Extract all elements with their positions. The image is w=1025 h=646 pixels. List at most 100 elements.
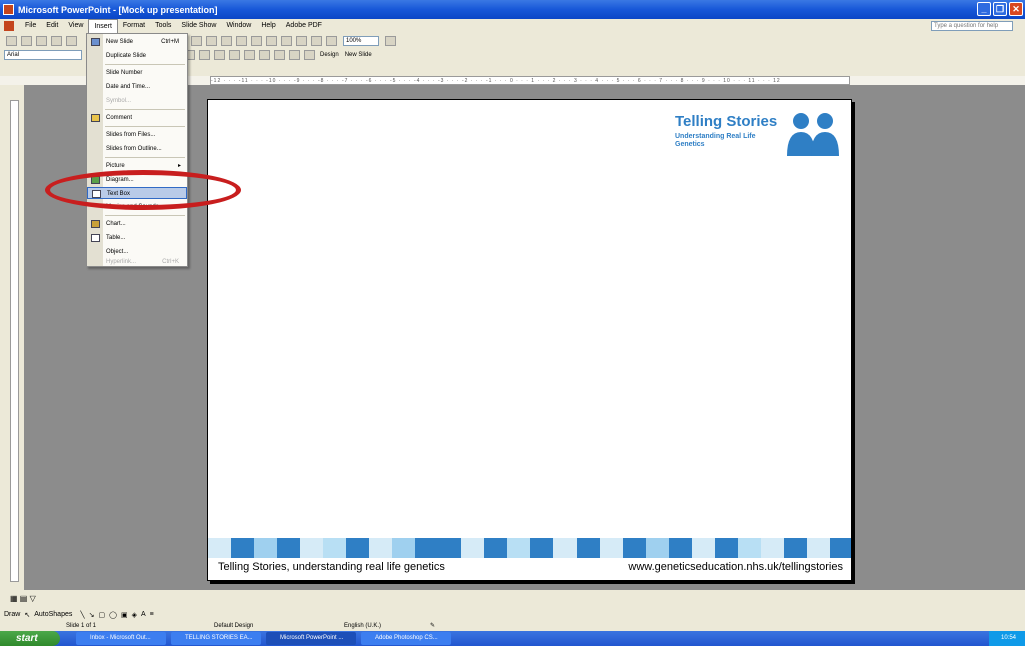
menu-window[interactable]: Window	[221, 19, 256, 33]
start-button[interactable]: start	[0, 631, 60, 646]
submenu-arrow-icon: ▸	[177, 163, 181, 169]
slide-footer-url: www.geneticseducation.nhs.uk/tellingstor…	[628, 561, 843, 573]
show-formatting-icon[interactable]	[296, 35, 307, 46]
document-icon	[4, 21, 14, 31]
menu-item-chart[interactable]: Chart...	[87, 218, 187, 230]
brand-subtitle: Understanding Real Life Genetics	[675, 133, 756, 148]
select-pointer-icon[interactable]: ↖	[24, 611, 30, 619]
task-powerpoint[interactable]: Microsoft PowerPoint ...	[266, 632, 356, 645]
insert-table-icon[interactable]	[236, 35, 247, 46]
font-select[interactable]: Arial	[4, 50, 82, 60]
brand-title: Telling Stories	[675, 113, 778, 130]
font-color-icon[interactable]: A	[141, 611, 146, 618]
people-logo-icon	[787, 113, 839, 156]
menu-item-date-time[interactable]: Date and Time...	[87, 81, 187, 93]
menu-separator	[105, 215, 185, 216]
menu-view[interactable]: View	[63, 19, 88, 33]
decrease-indent-icon[interactable]	[274, 50, 285, 60]
new-slide-button[interactable]: New Slide	[345, 52, 372, 58]
menu-item-new-slide[interactable]: New Slide Ctrl+M	[87, 36, 187, 48]
menu-item-hyperlink: Hyperlink... Ctrl+K	[106, 259, 179, 265]
table-icon	[91, 234, 100, 242]
oval-icon[interactable]: ◯	[109, 611, 117, 619]
insert-chart-icon[interactable]	[221, 35, 232, 46]
view-buttons: ▦ ▤ ▽	[0, 590, 1025, 608]
normal-view-icon[interactable]: ▦	[10, 594, 18, 603]
menu-item-comment[interactable]: Comment	[87, 112, 187, 124]
title-bar: Microsoft PowerPoint - [Mock up presenta…	[0, 0, 1025, 19]
font-color-icon[interactable]	[304, 50, 315, 60]
hyperlink-icon[interactable]	[266, 35, 277, 46]
vertical-ruler	[10, 100, 19, 582]
email-icon[interactable]	[66, 35, 77, 46]
save-icon[interactable]	[36, 35, 47, 46]
permission-icon[interactable]	[51, 35, 62, 46]
drawing-toolbar: Draw ↖ AutoShapes ╲ ↘ ▢ ◯ ▣ ◈ A ≡	[0, 608, 1025, 621]
tables-borders-icon[interactable]	[251, 35, 262, 46]
slide-show-icon[interactable]: ▽	[30, 594, 36, 603]
redo-icon[interactable]	[206, 35, 217, 46]
design-button[interactable]: Design	[320, 52, 339, 58]
slide-sorter-icon[interactable]: ▤	[20, 594, 28, 603]
menu-slide-show[interactable]: Slide Show	[176, 19, 221, 33]
rectangle-icon[interactable]: ▢	[98, 611, 105, 619]
menu-separator	[105, 64, 185, 65]
comment-icon	[91, 114, 100, 122]
new-slide-icon	[91, 38, 100, 46]
task-folder[interactable]: TELLING STORIES EA...	[171, 632, 261, 645]
help-search-input[interactable]: Type a question for help	[931, 21, 1013, 31]
chart-icon	[91, 220, 100, 228]
menu-edit[interactable]: Edit	[41, 19, 63, 33]
design-name: Default Design	[214, 623, 254, 629]
zoom-select[interactable]: 100%	[343, 35, 379, 46]
help-icon[interactable]	[385, 35, 396, 46]
line-icon[interactable]: ╲	[80, 611, 84, 619]
fill-color-icon[interactable]: ◈	[132, 611, 137, 619]
new-icon[interactable]	[6, 35, 17, 46]
menu-format[interactable]: Format	[118, 19, 150, 33]
numbering-icon[interactable]	[214, 50, 225, 60]
textbox-tool-icon[interactable]: ▣	[121, 611, 128, 619]
system-tray-clock: 10:54	[989, 631, 1025, 646]
align-right-icon[interactable]	[199, 50, 210, 60]
arrow-icon[interactable]: ↘	[89, 611, 95, 619]
menu-adobe-pdf[interactable]: Adobe PDF	[281, 19, 327, 33]
menu-item-table[interactable]: Table...	[87, 232, 187, 244]
decrease-font-icon[interactable]	[259, 50, 270, 60]
language-status: English (U.K.)	[344, 623, 382, 629]
menu-insert[interactable]: Insert	[88, 18, 118, 34]
menu-item-slide-number[interactable]: Slide Number	[87, 67, 187, 79]
menu-item-duplicate-slide[interactable]: Duplicate Slide	[87, 50, 187, 62]
menu-separator	[105, 126, 185, 127]
menu-help[interactable]: Help	[256, 19, 280, 33]
autoshapes-button[interactable]: AutoShapes	[34, 611, 72, 618]
menu-file[interactable]: File	[20, 19, 41, 33]
insert-menu: New Slide Ctrl+M Duplicate Slide Slide N…	[86, 33, 188, 267]
horizontal-ruler: -12 · · · -11 · · · -10 · · · -9 · · · -…	[210, 76, 850, 85]
menu-item-slides-from-files[interactable]: Slides from Files...	[87, 129, 187, 141]
bullets-icon[interactable]	[229, 50, 240, 60]
minimize-button[interactable]: _	[977, 2, 991, 16]
slide-count: Slide 1 of 1	[66, 623, 97, 629]
menu-item-slides-from-outline[interactable]: Slides from Outline...	[87, 143, 187, 155]
menu-tools[interactable]: Tools	[150, 19, 176, 33]
task-outlook[interactable]: Inbox - Microsoft Out...	[76, 632, 166, 645]
slide-footer-left: Telling Stories, understanding real life…	[218, 561, 445, 573]
open-icon[interactable]	[21, 35, 32, 46]
spelling-icon: ✎	[430, 623, 436, 629]
task-photoshop[interactable]: Adobe Photoshop CS...	[361, 632, 451, 645]
line-style-icon[interactable]: ≡	[150, 611, 154, 618]
highlight-annotation-ellipse	[45, 170, 241, 210]
expand-all-icon[interactable]	[281, 35, 292, 46]
restore-button[interactable]: ❐	[993, 2, 1007, 16]
slide-canvas[interactable]: Telling Stories Understanding Real Life …	[207, 99, 852, 581]
draw-menu-button[interactable]: Draw	[4, 611, 20, 618]
undo-icon[interactable]	[191, 35, 202, 46]
close-button[interactable]: ✕	[1009, 2, 1023, 16]
taskbar: start Inbox - Microsoft Out... TELLING S…	[0, 631, 1025, 646]
grid-icon[interactable]	[311, 35, 322, 46]
increase-indent-icon[interactable]	[289, 50, 300, 60]
menu-item-symbol: Symbol...	[106, 98, 132, 104]
increase-font-icon[interactable]	[244, 50, 255, 60]
color-grayscale-icon[interactable]	[326, 35, 337, 46]
